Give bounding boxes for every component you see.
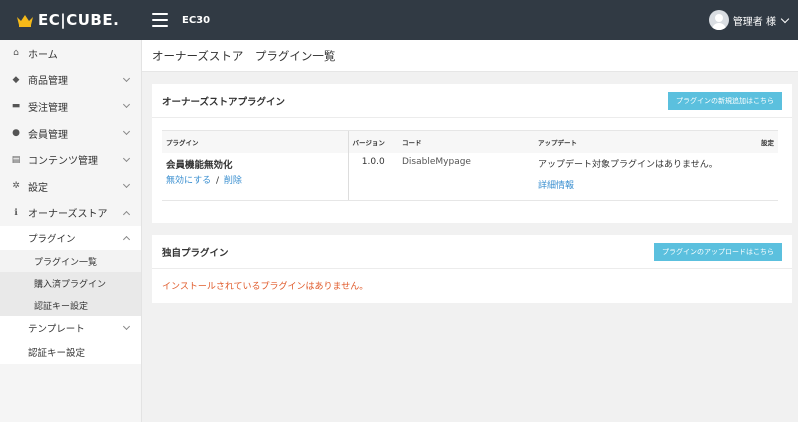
disable-plugin-link[interactable]: 無効にする [166,176,211,186]
chevron-down-icon [780,14,790,23]
sidebar-item-label: 商品管理 [28,76,68,88]
col-settings: 設定 [748,130,778,153]
file-icon: ▤ [11,154,21,165]
page-title: オーナーズストア プラグイン一覧 [142,40,798,72]
plugins-table: プラグイン バージョン コード アップデート 設定 会員機能無効化 無効にする … [162,130,778,201]
ec-cube-logo[interactable]: EC|CUBE. [0,0,142,40]
home-icon: ⌂ [13,48,19,59]
store-plugins-card: オーナーズストアプラグイン プラグインの新規追加はこちら プラグイン バージョン… [152,84,792,223]
code-cell: DisableMypage [398,152,534,201]
owners-store-submenu: プラグイン プラグイン一覧 購入済プラグイン 認証キー設定 テンプレート 認証キ… [0,226,141,365]
col-version: バージョン [347,130,398,153]
delete-plugin-link[interactable]: 削除 [224,176,242,186]
sidebar-item-label: プラグイン [28,234,76,246]
sidebar-item-label: 受注管理 [28,102,68,114]
sidebar-item-contents[interactable]: ▤ コンテンツ管理 [0,146,141,173]
card-header: オーナーズストアプラグイン プラグインの新規追加はこちら [152,84,792,118]
update-cell: アップデート対象プラグインはありません。 詳細情報 [534,152,748,201]
top-header: EC|CUBE. EC30 管理者 様 [0,0,798,40]
user-name: 管理者 様 [732,16,776,28]
table-header-row: プラグイン バージョン コード アップデート 設定 [162,130,778,153]
sidebar-item-template[interactable]: テンプレート [0,316,141,340]
menu-toggle-icon[interactable] [152,13,168,27]
table-row: 会員機能無効化 無効にする / 削除 1.0.0 DisableMypage ア… [162,152,778,201]
upload-plugin-button[interactable]: プラグインのアップロードはこちら [654,242,782,261]
add-plugin-button[interactable]: プラグインの新規追加はこちら [668,91,782,110]
users-icon: ● [12,128,20,139]
chevron-down-icon [122,181,131,189]
update-status: アップデート対象プラグインはありません。 [538,159,718,170]
sidebar-item-auth-key[interactable]: 認証キー設定 [0,294,141,316]
settings-cell [748,152,778,201]
card-title: 独自プラグイン [162,247,229,259]
plugin-submenu: プラグイン一覧 購入済プラグイン 認証キー設定 [0,250,141,317]
sidebar-item-plugin[interactable]: プラグイン [0,226,141,250]
chevron-down-icon [122,101,131,109]
sidebar-item-home[interactable]: ⌂ ホーム [0,40,141,67]
sidebar-item-label: テンプレート [28,324,85,336]
no-plugins-notice: インストールされているプラグインはありません。 [162,282,369,292]
chevron-down-icon [122,323,131,331]
plugin-cell: 会員機能無効化 無効にする / 削除 [162,152,348,201]
gear-icon: ✲ [12,181,20,192]
avatar [708,10,729,30]
col-plugin: プラグイン [162,130,348,153]
sidebar-item-auth-settings[interactable]: 認証キー設定 [0,340,141,364]
col-code: コード [398,130,534,153]
info-icon: ℹ [14,207,18,218]
sidebar-item-label: 設定 [28,182,48,194]
version-cell: 1.0.0 [347,152,398,201]
main-content: オーナーズストア プラグイン一覧 オーナーズストアプラグイン プラグインの新規追… [142,40,798,422]
chevron-down-icon [122,128,131,136]
sidebar-item-label: ホーム [28,49,58,61]
sidebar-item-label: 認証キー設定 [28,348,86,360]
sidebar-item-purchased-plugins[interactable]: 購入済プラグイン [0,272,141,294]
chevron-down-icon [122,74,131,82]
card-header: 独自プラグイン プラグインのアップロードはこちら [152,235,792,269]
chevron-up-icon [122,210,131,218]
own-plugins-card: 独自プラグイン プラグインのアップロードはこちら インストールされているプラグイ… [152,235,792,303]
shop-name: EC30 [182,14,211,26]
sidebar-item-settings[interactable]: ✲ 設定 [0,173,141,200]
crown-icon [16,13,34,27]
tag-icon: ◆ [12,74,20,85]
sidebar-item-plugin-list[interactable]: プラグイン一覧 [0,250,141,273]
detail-info-link[interactable]: 詳細情報 [538,178,744,191]
sidebar-item-label: 会員管理 [28,129,68,141]
cart-icon: ▬ [11,101,21,112]
chevron-up-icon [122,236,131,244]
action-separator: / [215,175,220,186]
sidebar-item-owners-store[interactable]: ℹ オーナーズストア [0,200,141,227]
sidebar-item-customers[interactable]: ● 会員管理 [0,120,141,147]
sidebar: ⌂ ホーム ◆ 商品管理 ▬ 受注管理 ● 会員管理 ▤ コンテンツ管理 ✲ 設… [0,40,142,422]
sidebar-item-products[interactable]: ◆ 商品管理 [0,67,141,94]
sidebar-item-orders[interactable]: ▬ 受注管理 [0,93,141,120]
logo-text: EC|CUBE. [38,11,120,29]
sidebar-item-label: オーナーズストア [28,209,108,221]
card-title: オーナーズストアプラグイン [162,96,286,108]
plugin-name: 会員機能無効化 [166,159,233,171]
user-menu[interactable]: 管理者 様 [708,0,790,40]
chevron-down-icon [122,154,131,162]
col-update: アップデート [534,130,748,153]
sidebar-item-label: コンテンツ管理 [28,156,98,168]
